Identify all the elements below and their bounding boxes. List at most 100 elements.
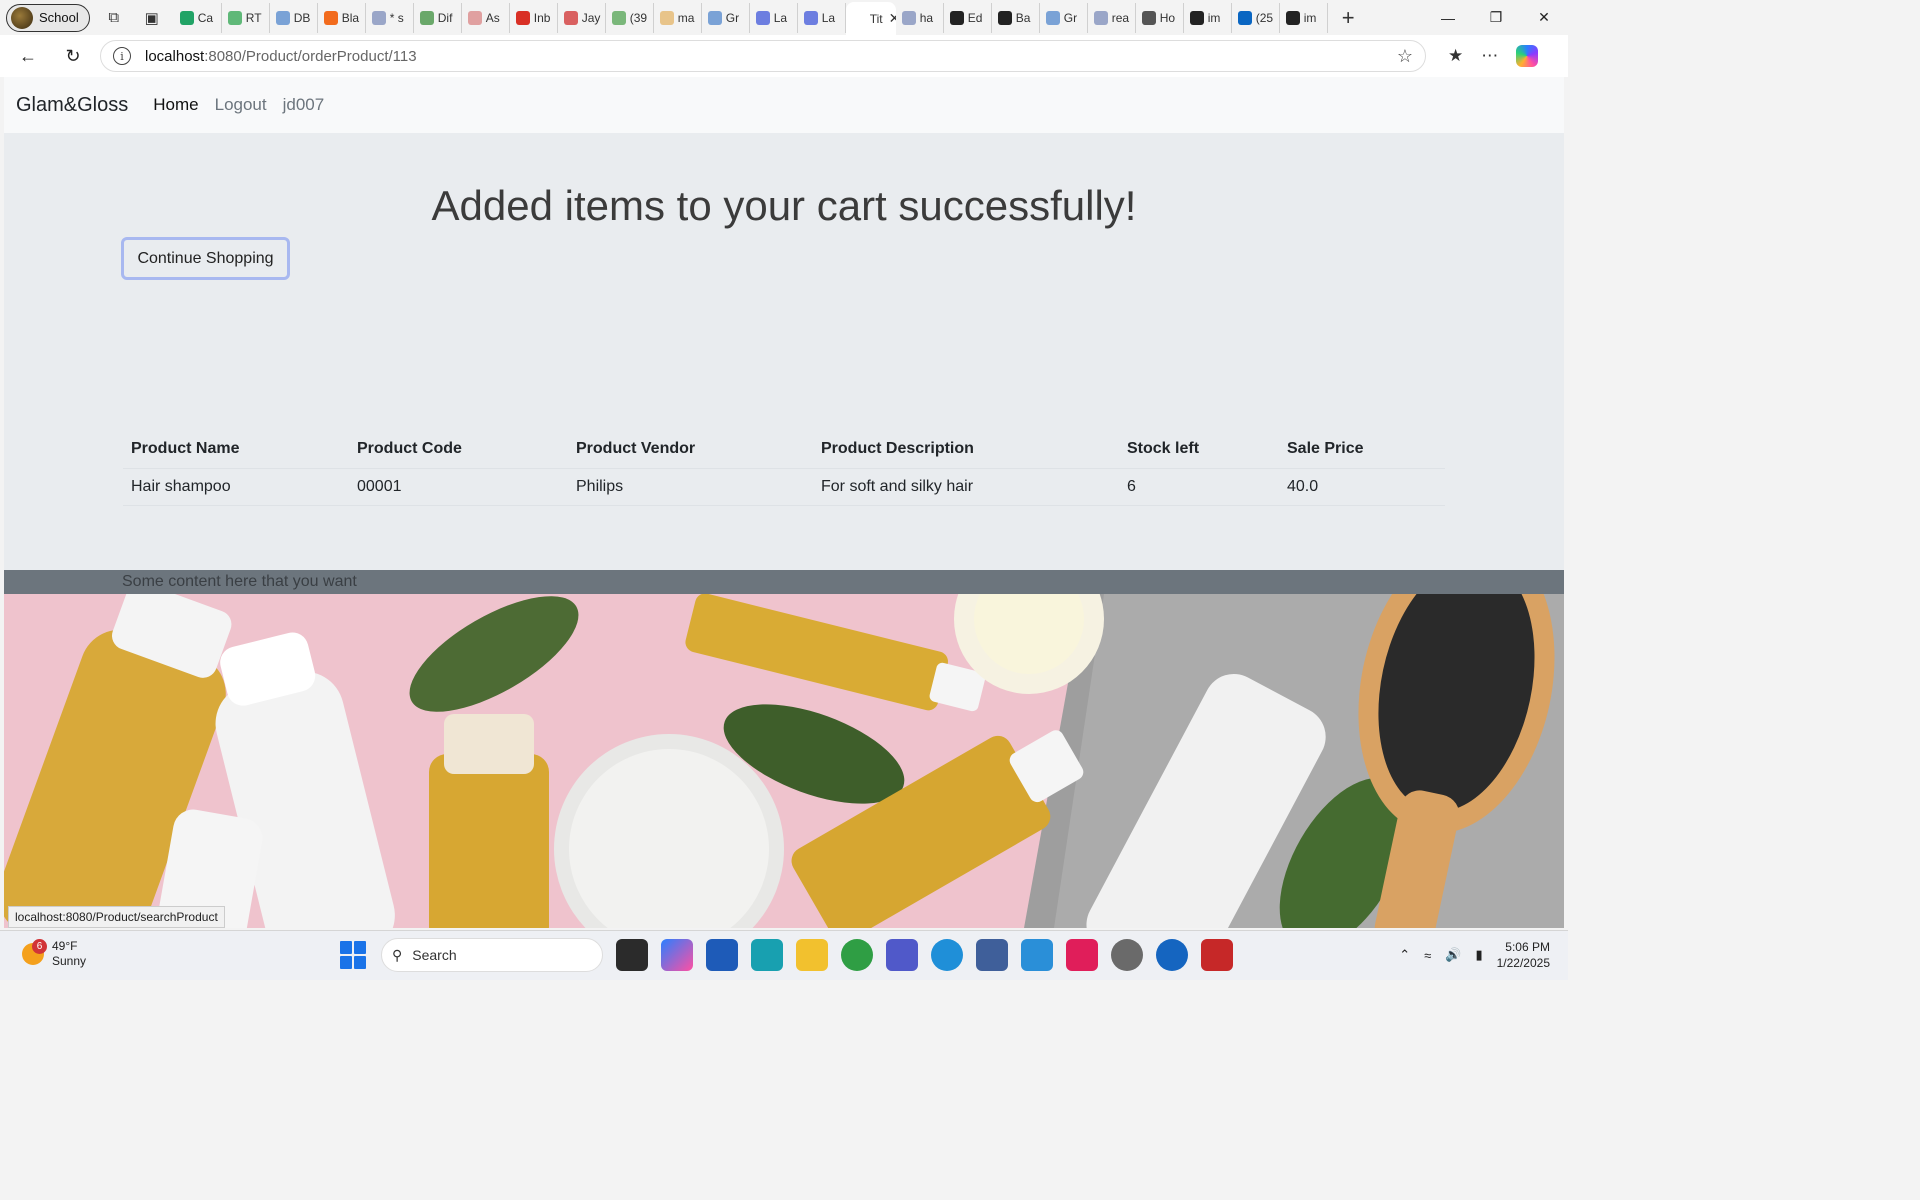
continue-shopping-button[interactable]: Continue Shopping	[121, 237, 290, 280]
profile-button[interactable]: School	[6, 3, 90, 32]
close-tab-icon[interactable]: ✕	[889, 10, 896, 27]
copilot-app-icon[interactable]	[661, 939, 693, 971]
tab-favicon-icon	[179, 10, 194, 25]
tab-label: (39	[629, 10, 648, 25]
chevron-up-icon[interactable]: ⌃	[1399, 947, 1410, 963]
minimize-button[interactable]: —	[1424, 0, 1472, 35]
browser-tab[interactable]: DB	[270, 2, 318, 33]
browser-tab[interactable]: Gr	[702, 2, 750, 33]
window-controls: — ❐ ✕	[1424, 0, 1568, 35]
browser-tab[interactable]: im	[1280, 2, 1328, 33]
favorite-star-icon[interactable]: ☆	[1397, 46, 1413, 67]
address-bar[interactable]: i localhost:8080/Product/orderProduct/11…	[100, 40, 1426, 72]
product-table: Product Name Product Code Product Vendor…	[123, 431, 1445, 506]
column-header: Stock left	[1119, 431, 1279, 469]
slack-icon[interactable]	[1066, 939, 1098, 971]
browser-tab[interactable]: As	[462, 2, 510, 33]
browser-tab[interactable]: Dif	[414, 2, 462, 33]
browser-tab[interactable]: Jay	[558, 2, 606, 33]
nav-home-link[interactable]: Home	[153, 95, 198, 115]
weather-temperature: 49°F	[52, 939, 78, 953]
browser-tab[interactable]: RT	[222, 2, 270, 33]
column-header: Product Code	[349, 431, 568, 469]
tab-favicon-icon	[227, 10, 242, 25]
browser-tab[interactable]: Bla	[318, 2, 366, 33]
new-tab-button[interactable]: +	[1342, 5, 1355, 31]
browser-tab[interactable]: La	[750, 2, 798, 33]
nav-user-link[interactable]: jd007	[283, 95, 325, 115]
browser-tab[interactable]: Gr	[1040, 2, 1088, 33]
browser-tab[interactable]: ma	[654, 2, 702, 33]
tab-label: Gr	[725, 10, 740, 25]
tab-label: Bla	[341, 10, 360, 25]
clock-time: 5:06 PM	[1505, 940, 1550, 954]
wifi-icon[interactable]: ≈	[1424, 948, 1431, 963]
vscode-icon[interactable]	[976, 939, 1008, 971]
battery-icon[interactable]: ▮	[1475, 947, 1482, 963]
back-button[interactable]: ←	[11, 39, 45, 73]
status-bar-url: localhost:8080/Product/searchProduct	[8, 906, 225, 928]
settings-icon[interactable]	[1111, 939, 1143, 971]
teams-icon[interactable]	[886, 939, 918, 971]
weather-badge: 6	[32, 939, 47, 954]
browser-tab-active[interactable]: Tit ✕	[845, 2, 896, 35]
weather-widget[interactable]: 6 49°F Sunny	[22, 939, 86, 969]
table-row: Hair shampoo 00001 Philips For soft and …	[123, 468, 1445, 506]
browser-tab[interactable]: (39	[606, 2, 654, 33]
workspaces-icon[interactable]: ⧉	[100, 4, 128, 32]
task-view-icon[interactable]	[616, 939, 648, 971]
start-button[interactable]	[340, 941, 368, 969]
browser-tab[interactable]: (25	[1232, 2, 1280, 33]
tab-actions-icon[interactable]: ▣	[138, 4, 166, 32]
favorites-icon[interactable]: ★	[1448, 46, 1463, 66]
maps-icon[interactable]	[1156, 939, 1188, 971]
column-header: Product Name	[123, 431, 349, 469]
reload-button[interactable]: ↻	[56, 39, 90, 73]
tab-favicon-icon	[323, 10, 338, 25]
clock[interactable]: 5:06 PM 1/22/2025	[1497, 939, 1550, 971]
close-window-button[interactable]: ✕	[1520, 0, 1568, 35]
column-header: Product Vendor	[568, 431, 813, 469]
browser-tab[interactable]: Ca	[174, 2, 222, 33]
taskbar-search[interactable]: ⚲ Search	[381, 938, 603, 972]
tab-favicon-icon	[515, 10, 530, 25]
brand-link[interactable]: Glam&Gloss	[16, 94, 128, 117]
tab-favicon-icon	[1237, 10, 1252, 25]
restore-button[interactable]: ❐	[1472, 0, 1520, 35]
browser-tab[interactable]: ha	[896, 2, 944, 33]
tab-label: Jay	[581, 10, 601, 25]
browser-tab[interactable]: * s	[366, 2, 414, 33]
app-icon[interactable]	[751, 939, 783, 971]
site-info-icon[interactable]: i	[113, 47, 131, 65]
table-cell: 6	[1119, 468, 1279, 506]
chrome-icon[interactable]	[841, 939, 873, 971]
browser-tab[interactable]: im	[1184, 2, 1232, 33]
browser-tab[interactable]: Ho	[1136, 2, 1184, 33]
browser-tab[interactable]: Inb	[510, 2, 558, 33]
browser-tab[interactable]: Ed	[944, 2, 992, 33]
tab-favicon-icon	[901, 10, 916, 25]
edge-icon[interactable]	[931, 939, 963, 971]
tab-favicon-icon	[755, 10, 770, 25]
copilot-icon[interactable]	[1516, 45, 1539, 67]
notepad-icon[interactable]	[1021, 939, 1053, 971]
table-cell: Hair shampoo	[123, 468, 349, 506]
tab-label: rea	[1111, 10, 1130, 25]
store-icon[interactable]	[706, 939, 738, 971]
browser-tab[interactable]: rea	[1088, 2, 1136, 33]
browser-tab[interactable]: La	[798, 2, 846, 33]
nav-logout-link[interactable]: Logout	[215, 95, 267, 115]
intellij-icon[interactable]	[1201, 939, 1233, 971]
url-path: :8080/Product/orderProduct/113	[204, 47, 417, 65]
tab-favicon-icon	[707, 10, 722, 25]
cosmetics-banner-image	[4, 594, 1564, 928]
file-explorer-icon[interactable]	[796, 939, 828, 971]
table-cell: 00001	[349, 468, 568, 506]
more-options-icon[interactable]: ⋯	[1481, 46, 1498, 66]
tab-favicon-icon	[275, 10, 290, 25]
browser-tab[interactable]: Ba	[992, 2, 1040, 33]
tab-label: Gr	[1063, 10, 1078, 25]
volume-icon[interactable]: 🔊	[1445, 947, 1461, 963]
tab-label: As	[485, 10, 500, 25]
column-header: Sale Price	[1279, 431, 1445, 469]
